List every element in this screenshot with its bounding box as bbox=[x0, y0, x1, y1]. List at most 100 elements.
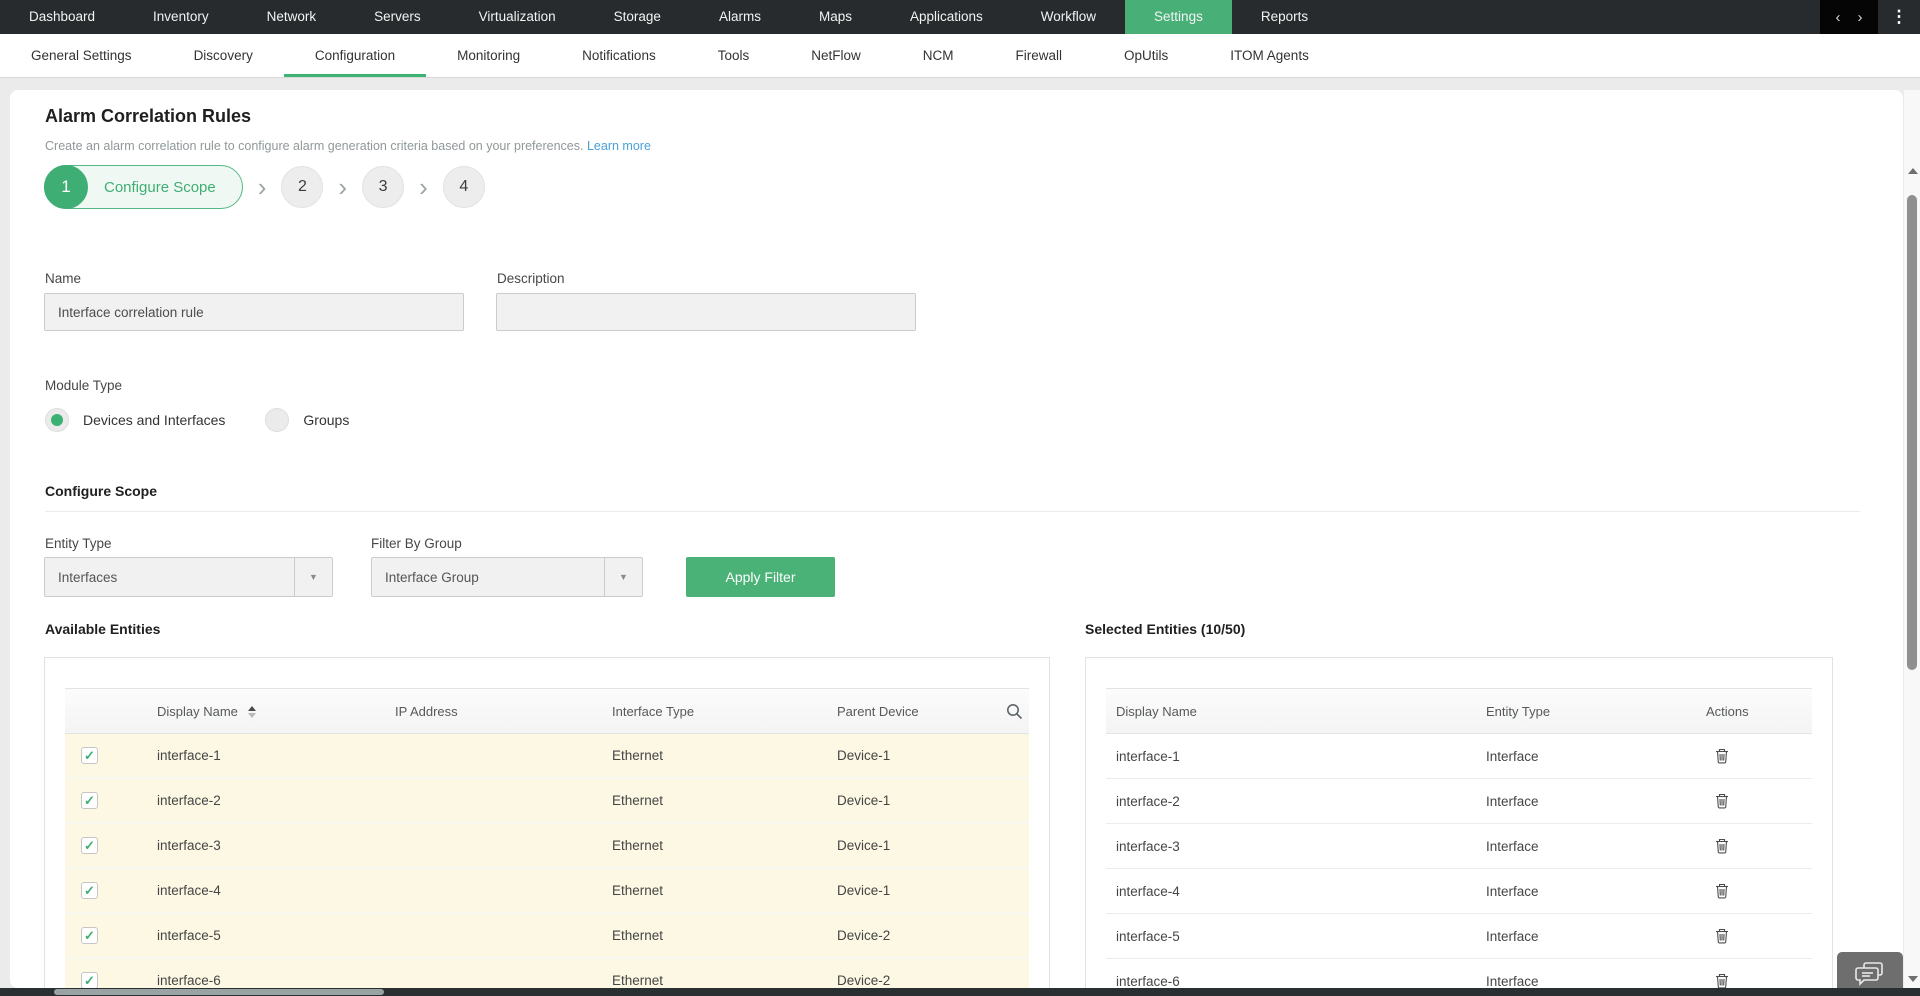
wizard-step-label: Configure Scope bbox=[88, 179, 242, 196]
subnav-tab[interactable]: ITOM Agents bbox=[1199, 34, 1340, 77]
topnav-item[interactable]: Storage bbox=[585, 0, 690, 34]
row-checkbox[interactable]: ✓ bbox=[81, 927, 98, 944]
radio-label: Devices and Interfaces bbox=[83, 412, 225, 428]
delete-entity-button[interactable] bbox=[1713, 836, 1731, 856]
overflow-menu-icon[interactable]: ⋮ bbox=[1878, 7, 1920, 27]
cell-display-name: interface-1 bbox=[157, 748, 395, 763]
topnav-item[interactable]: Virtualization bbox=[450, 0, 585, 34]
topnav-item[interactable]: Servers bbox=[345, 0, 450, 34]
cell-parent-device: Device-1 bbox=[837, 748, 979, 763]
cell-parent-device: Device-2 bbox=[837, 928, 979, 943]
delete-entity-button[interactable] bbox=[1713, 746, 1731, 766]
topnav-item[interactable]: Workflow bbox=[1012, 0, 1125, 34]
row-checkbox[interactable]: ✓ bbox=[81, 972, 98, 988]
cell-parent-device: Device-1 bbox=[837, 883, 979, 898]
name-input[interactable] bbox=[44, 293, 464, 331]
subnav-tab[interactable]: General Settings bbox=[0, 34, 163, 77]
subnav-tab-label: Tools bbox=[718, 48, 750, 63]
cell-display-name: interface-3 bbox=[157, 838, 395, 853]
topnav-item[interactable]: Network bbox=[238, 0, 346, 34]
column-display-name: Display Name bbox=[1106, 704, 1476, 719]
vertical-scrollbar[interactable] bbox=[1903, 90, 1920, 996]
cell-interface-type: Ethernet bbox=[612, 973, 837, 988]
topnav-item[interactable]: Maps bbox=[790, 0, 881, 34]
topnav-item[interactable]: Settings bbox=[1125, 0, 1232, 34]
scroll-down-icon[interactable] bbox=[1908, 976, 1918, 982]
topnav-item[interactable]: Dashboard bbox=[0, 0, 124, 34]
topnav-item-label: Storage bbox=[614, 9, 661, 24]
module-type-radio[interactable]: Groups bbox=[265, 408, 349, 432]
nav-scroll-left-icon[interactable]: ‹ bbox=[1836, 9, 1841, 26]
cell-interface-type: Ethernet bbox=[612, 928, 837, 943]
checkmark-icon: ✓ bbox=[84, 839, 95, 852]
column-entity-type: Entity Type bbox=[1476, 704, 1696, 719]
topnav-item[interactable]: Applications bbox=[881, 0, 1012, 34]
subnav-tab-label: OpUtils bbox=[1124, 48, 1168, 63]
subnav-tab[interactable]: Tools bbox=[687, 34, 781, 77]
topnav-item[interactable]: Reports bbox=[1232, 0, 1337, 34]
row-checkbox[interactable]: ✓ bbox=[81, 882, 98, 899]
subnav-tab[interactable]: Notifications bbox=[551, 34, 687, 77]
entity-type-dropdown[interactable]: Interfaces ▼ bbox=[44, 557, 333, 597]
horizontal-scrollbar-thumb[interactable] bbox=[54, 989, 384, 995]
selected-entity-row: interface-4 Interface bbox=[1106, 869, 1812, 914]
wizard-step[interactable]: 3 bbox=[362, 166, 404, 208]
subnav-tab-label: ITOM Agents bbox=[1230, 48, 1309, 63]
nav-scroll-right-icon[interactable]: › bbox=[1858, 9, 1863, 26]
subnav-tab[interactable]: OpUtils bbox=[1093, 34, 1199, 77]
delete-entity-button[interactable] bbox=[1713, 881, 1731, 901]
cell-display-name: interface-4 bbox=[157, 883, 395, 898]
wizard-step[interactable]: 1 Configure Scope bbox=[44, 165, 243, 209]
apply-filter-button[interactable]: Apply Filter bbox=[686, 557, 835, 597]
sort-asc-icon[interactable] bbox=[248, 706, 256, 718]
column-ip-address: IP Address bbox=[395, 704, 612, 719]
topnav-item-label: Inventory bbox=[153, 9, 209, 24]
column-actions: Actions bbox=[1696, 704, 1812, 719]
topnav-item[interactable]: Alarms bbox=[690, 0, 790, 34]
subnav-tab[interactable]: Discovery bbox=[163, 34, 284, 77]
cell-display-name: interface-6 bbox=[1106, 974, 1476, 989]
description-input[interactable] bbox=[496, 293, 916, 331]
delete-entity-button[interactable] bbox=[1713, 791, 1731, 811]
delete-entity-button[interactable] bbox=[1713, 926, 1731, 946]
row-checkbox[interactable]: ✓ bbox=[81, 747, 98, 764]
row-checkbox[interactable]: ✓ bbox=[81, 837, 98, 854]
column-display-name: Display Name bbox=[157, 704, 395, 719]
row-checkbox[interactable]: ✓ bbox=[81, 792, 98, 809]
cell-entity-type: Interface bbox=[1476, 794, 1696, 809]
filter-by-group-dropdown[interactable]: Interface Group ▼ bbox=[371, 557, 643, 597]
topnav-item-label: Virtualization bbox=[479, 9, 556, 24]
subnav-tab[interactable]: Firewall bbox=[985, 34, 1094, 77]
topnav-item-label: Network bbox=[267, 9, 317, 24]
delete-entity-button[interactable] bbox=[1713, 971, 1731, 988]
topnav-item[interactable]: Inventory bbox=[124, 0, 238, 34]
step-chevron-icon: › bbox=[258, 167, 267, 207]
available-entity-row: ✓ interface-4 Ethernet Device-1 bbox=[65, 869, 1029, 914]
wizard-step[interactable]: 4 bbox=[443, 166, 485, 208]
subnav-tab[interactable]: Monitoring bbox=[426, 34, 551, 77]
module-type-radio[interactable]: Devices and Interfaces bbox=[45, 408, 225, 432]
subtitle-text: Create an alarm correlation rule to conf… bbox=[45, 139, 583, 153]
subnav-tab[interactable]: NCM bbox=[892, 34, 985, 77]
wizard-step-number: 3 bbox=[362, 166, 404, 208]
available-table-header: Display Name IP Address Interface Type P… bbox=[65, 688, 1029, 734]
wizard-step[interactable]: 2 bbox=[281, 166, 323, 208]
cell-interface-type: Ethernet bbox=[612, 838, 837, 853]
subnav-tab-label: Discovery bbox=[194, 48, 253, 63]
available-table-body: ✓ interface-1 Ethernet Device-1 ✓ interf… bbox=[65, 734, 1029, 988]
selected-entity-row: interface-3 Interface bbox=[1106, 824, 1812, 869]
horizontal-scrollbar[interactable] bbox=[0, 988, 1920, 996]
scroll-up-icon[interactable] bbox=[1908, 168, 1918, 174]
wizard-step-wrap: › 2 bbox=[243, 166, 324, 208]
topnav-item-label: Applications bbox=[910, 9, 983, 24]
search-icon[interactable] bbox=[1006, 703, 1023, 720]
column-interface-type: Interface Type bbox=[612, 704, 837, 719]
vertical-scrollbar-thumb[interactable] bbox=[1907, 195, 1917, 670]
column-parent-device: Parent Device bbox=[837, 704, 979, 719]
subnav-tab[interactable]: Configuration bbox=[284, 34, 426, 77]
learn-more-link[interactable]: Learn more bbox=[587, 139, 651, 153]
wizard-steps: › 1 Configure Scope › 2 › 3 › 4 bbox=[44, 164, 485, 210]
cell-entity-type: Interface bbox=[1476, 929, 1696, 944]
settings-subnav: General Settings Discovery Configuration… bbox=[0, 34, 1920, 78]
subnav-tab[interactable]: NetFlow bbox=[780, 34, 892, 77]
